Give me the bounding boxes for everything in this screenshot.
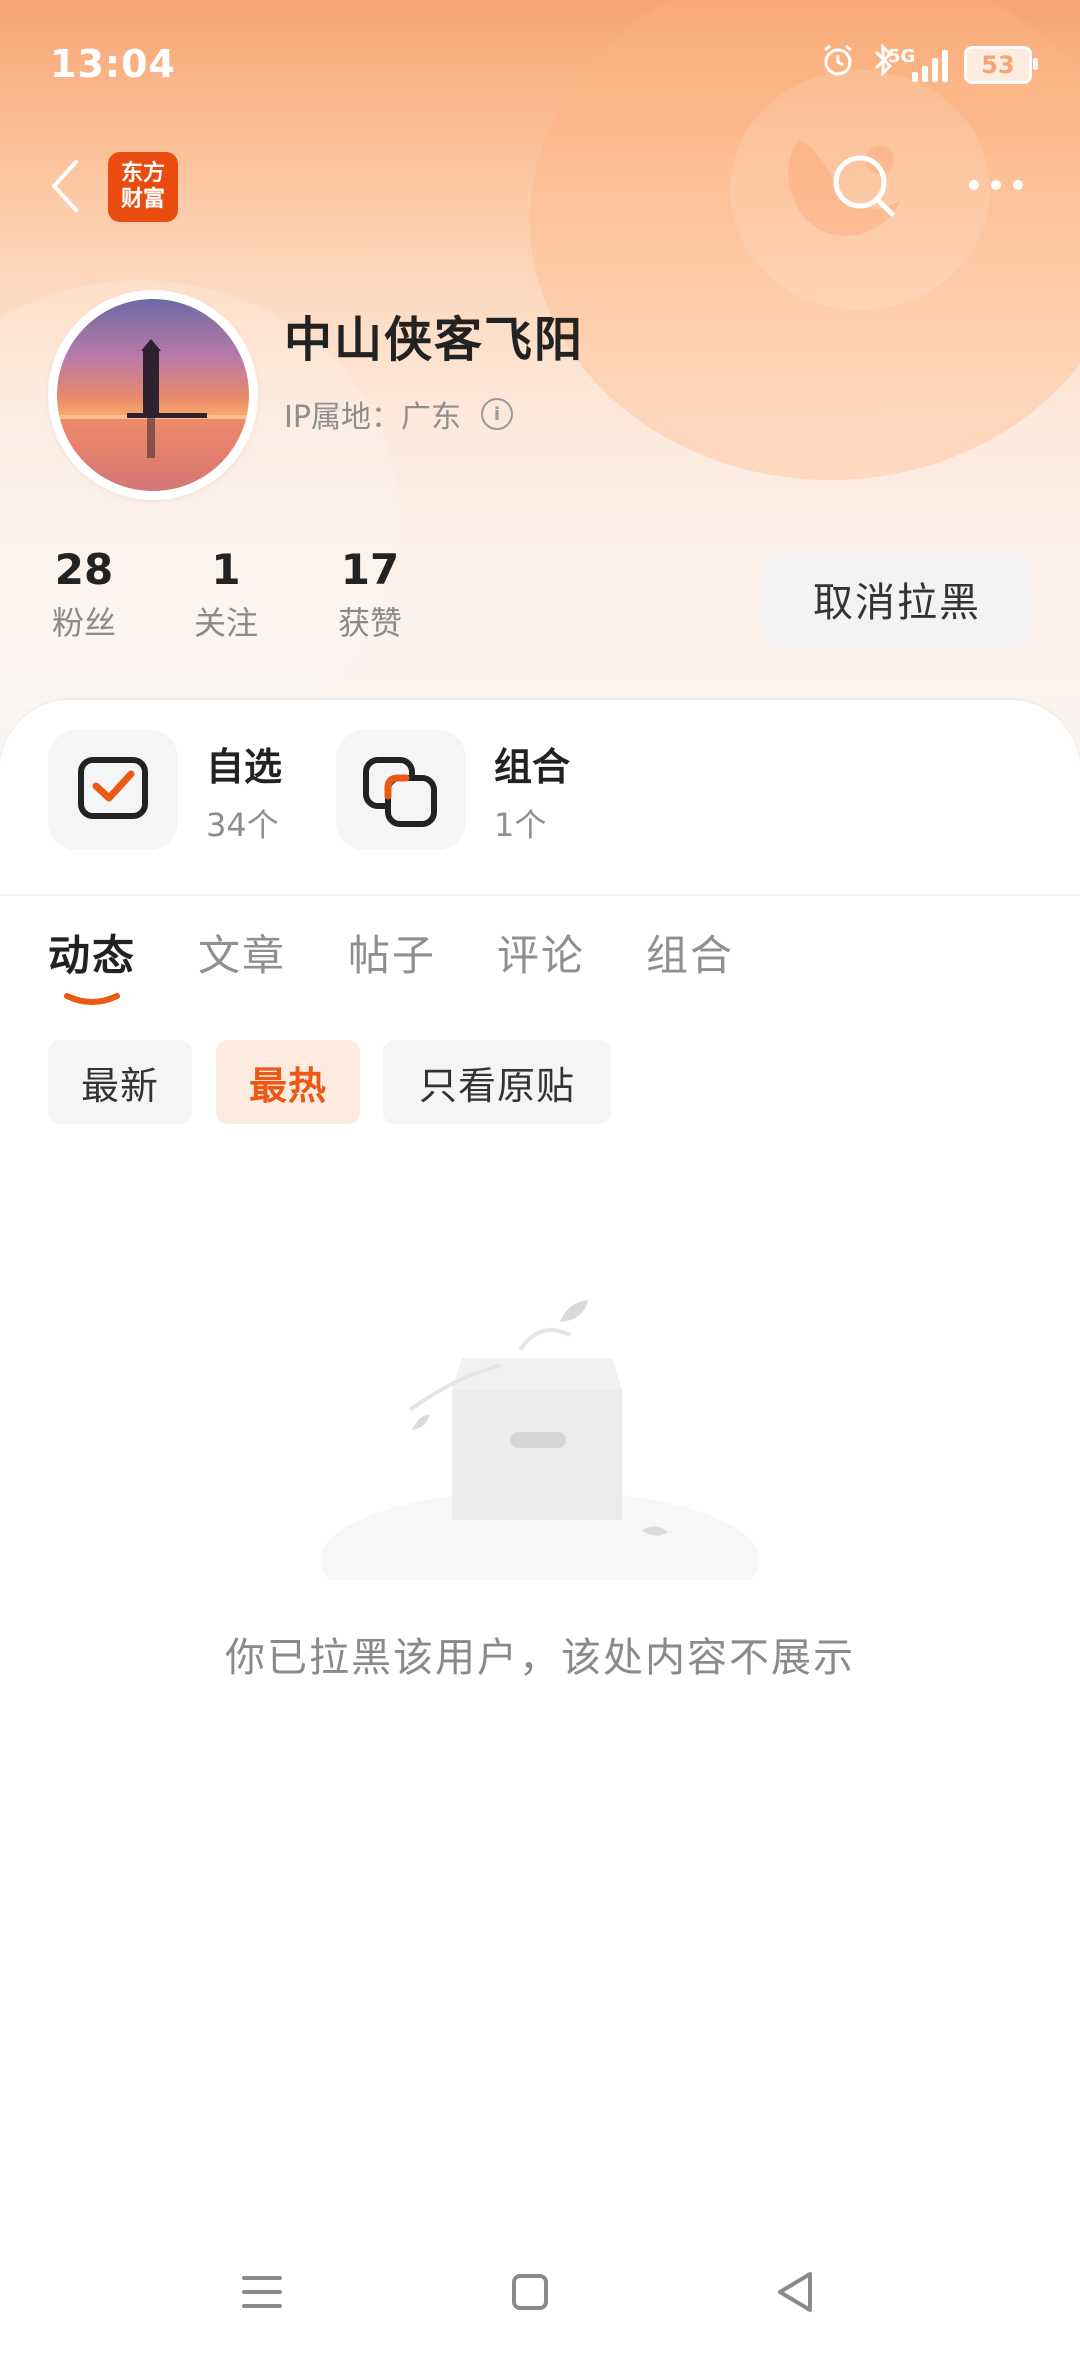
status-icons: 5G 53: [820, 42, 1038, 87]
back-triangle-icon: [778, 2272, 812, 2312]
status-bar: 13:04 5G 53: [0, 0, 1080, 130]
ip-location-text: IP属地：广东: [284, 400, 461, 435]
status-time: 13:04: [50, 42, 176, 86]
stat-following[interactable]: 1 关注: [166, 545, 286, 644]
tab-posts[interactable]: 帖子: [348, 922, 436, 983]
stat-label: 粉丝: [51, 604, 116, 642]
tab-portfolios[interactable]: 组合: [646, 922, 734, 983]
watchlist-icon: [48, 730, 178, 850]
more-horizontal-icon: [969, 180, 1023, 190]
alarm-icon: [820, 42, 856, 87]
search-button[interactable]: [828, 150, 898, 220]
filter-hottest[interactable]: 最热: [216, 1040, 360, 1124]
filter-latest[interactable]: 最新: [48, 1040, 192, 1124]
entry-count: 34个: [206, 806, 279, 844]
logo-text-line2: 财富: [120, 187, 165, 212]
filter-original-only[interactable]: 只看原贴: [383, 1040, 611, 1124]
avatar-image: [57, 299, 249, 491]
entry-count: 1个: [494, 806, 547, 844]
tab-comments[interactable]: 评论: [497, 922, 585, 983]
cellular-signal-icon: 5G: [888, 46, 948, 82]
unblock-button[interactable]: 取消拉黑: [762, 552, 1032, 646]
battery-level: 53: [981, 50, 1015, 79]
search-icon: [833, 155, 895, 217]
watchlist-entry[interactable]: 自选 34个: [48, 730, 308, 850]
active-tab-indicator: [64, 993, 120, 1005]
network-type-label: 5G: [888, 45, 916, 67]
home-square-icon: [512, 2274, 548, 2310]
battery-icon: 53: [964, 45, 1038, 84]
stat-followers[interactable]: 28 粉丝: [24, 545, 144, 644]
home-nav-button[interactable]: [490, 2252, 570, 2332]
ip-location: IP属地：广东 i: [284, 392, 513, 436]
app-logo: 东方 财富: [108, 152, 178, 222]
profile-name: 中山侠客飞阳: [284, 312, 585, 368]
more-options-button[interactable]: [966, 170, 1026, 200]
menu-nav-button[interactable]: [222, 2252, 302, 2332]
content-tabs: 动态 文章 帖子 评论 组合: [0, 922, 1080, 1012]
divider: [0, 894, 1080, 896]
back-button[interactable]: [46, 158, 86, 214]
stat-label: 关注: [193, 604, 258, 642]
stat-value: 1: [211, 545, 241, 594]
entry-title: 自选: [206, 745, 283, 789]
chevron-left-icon: [52, 160, 78, 212]
system-navigation-bar: [0, 2222, 1080, 2362]
logo-text-line1: 东方: [120, 161, 165, 186]
info-icon[interactable]: i: [480, 398, 513, 430]
content-card: 自选 34个 组合 1个 动态 文章 帖子 评论 组合 最新 最热 只看原贴 你…: [0, 700, 1080, 2362]
stat-value: 28: [54, 545, 114, 594]
portfolio-entry[interactable]: 组合 1个: [336, 730, 596, 850]
menu-icon: [242, 2276, 282, 2308]
stat-likes[interactable]: 17 获赞: [310, 545, 430, 644]
stat-value: 17: [340, 545, 400, 594]
tab-articles[interactable]: 文章: [198, 922, 286, 983]
entry-title: 组合: [494, 745, 571, 789]
avatar[interactable]: [48, 290, 258, 500]
stat-label: 获赞: [337, 604, 402, 642]
empty-state-message: 你已拉黑该用户，该处内容不展示: [225, 1635, 855, 1681]
empty-box-illustration: [320, 1300, 760, 1580]
tab-dynamics[interactable]: 动态: [48, 922, 136, 983]
portfolio-icon: [336, 730, 466, 850]
back-nav-button[interactable]: [756, 2252, 836, 2332]
